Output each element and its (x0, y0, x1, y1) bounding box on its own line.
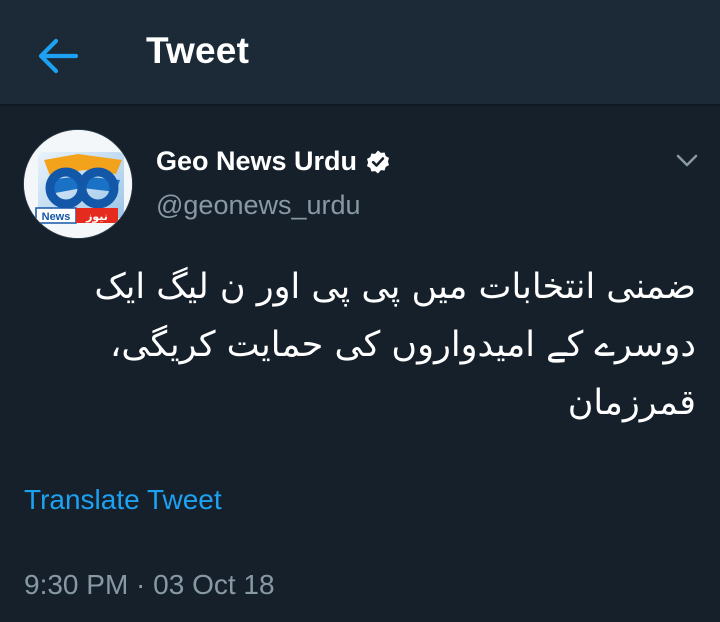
tweet-text-line-1: ضمنی انتخابات میں پی پی اور ن لیگ ایک (94, 267, 696, 307)
chevron-down-icon (676, 154, 698, 167)
tweet-detail: News نیوز Geo News Urdu @geonews_urdu ضم… (0, 108, 720, 622)
tweet-text: ضمنی انتخابات میں پی پی اور ن لیگ ایک دو… (28, 258, 696, 432)
page-title: Tweet (146, 30, 250, 71)
geo-news-logo: News نیوز (24, 130, 132, 238)
display-name-text: Geo News Urdu (156, 146, 358, 176)
back-button[interactable] (30, 28, 86, 84)
avatar[interactable]: News نیوز (23, 129, 133, 239)
top-bar: Tweet (0, 0, 720, 106)
user-handle[interactable]: @geonews_urdu (156, 190, 361, 221)
arrow-left-icon (38, 38, 79, 74)
display-name[interactable]: Geo News Urdu (156, 146, 391, 177)
translate-tweet-link[interactable]: Translate Tweet (24, 484, 222, 516)
tweet-text-line-2: دوسرے کے امیدواروں کی حمایت کریگی، (110, 325, 696, 365)
more-options-button[interactable] (670, 146, 704, 176)
avatar-label-left: News (42, 211, 71, 223)
tweet-timestamp: 9:30 PM · 03 Oct 18 (24, 569, 275, 600)
tweet-text-line-3: قمرزمان (567, 383, 696, 423)
verified-badge-icon (367, 150, 390, 173)
avatar-label-right: نیوز (85, 210, 108, 223)
